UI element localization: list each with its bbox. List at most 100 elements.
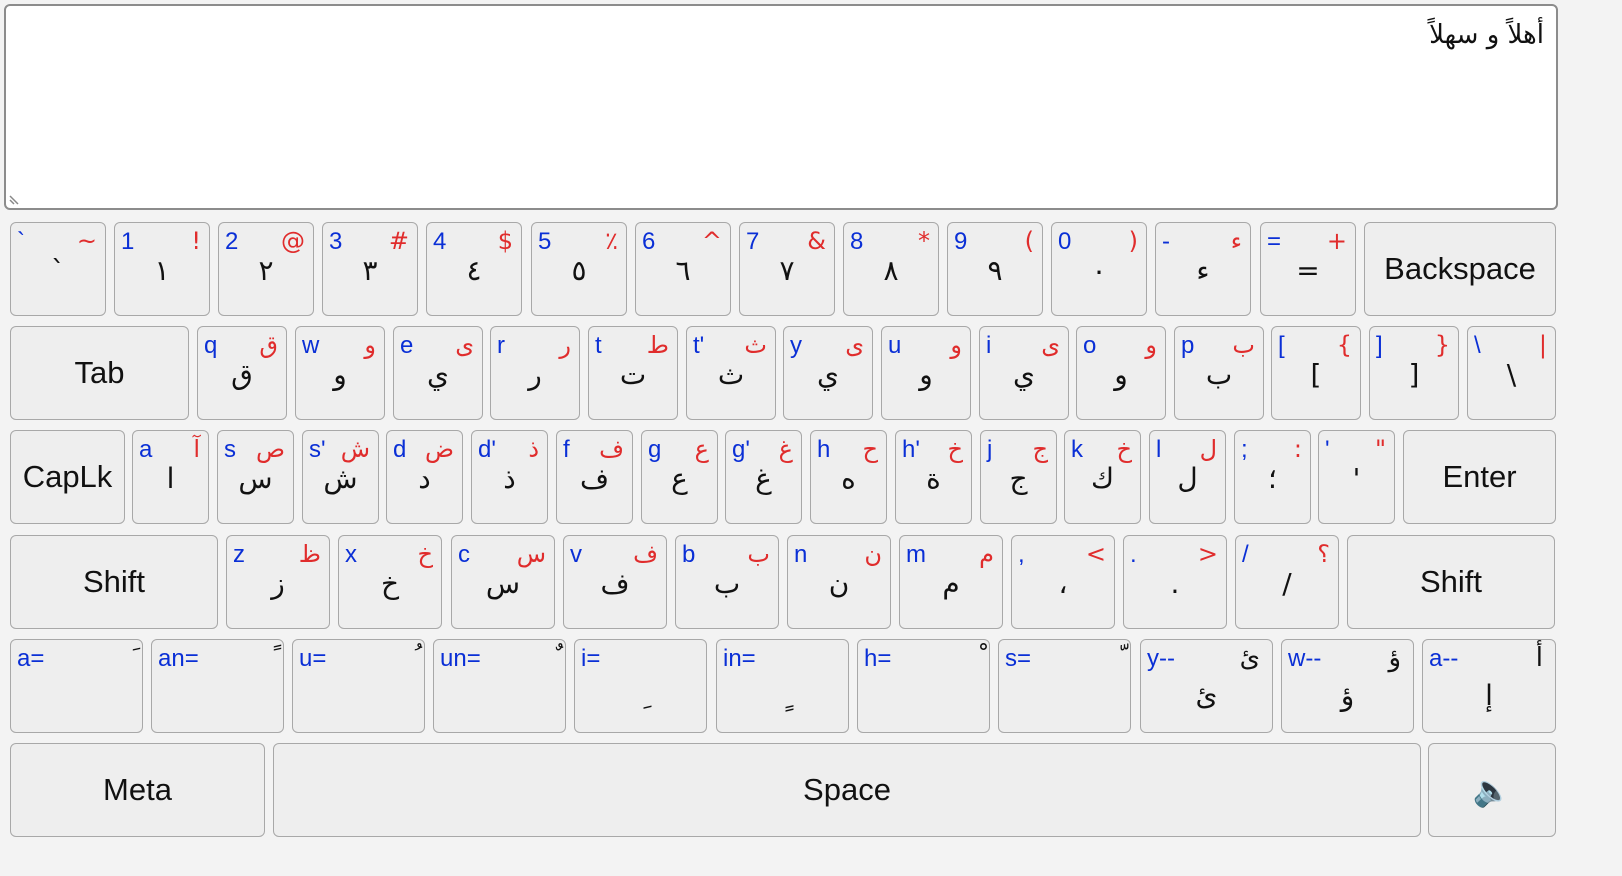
tab-key[interactable]: Tab	[10, 326, 189, 420]
key-symbol[interactable]: ;: ؛	[1234, 430, 1311, 524]
key-label: Space	[803, 772, 891, 807]
key-symbol[interactable]: , < ،	[1011, 535, 1115, 629]
key-b[interactable]: bبب	[675, 535, 779, 629]
key-2[interactable]: 2 @٢	[218, 222, 314, 316]
key-i[interactable]: iىي	[979, 326, 1069, 420]
shift-arabic-label: )	[1128, 227, 1138, 255]
key-j[interactable]: jجج	[980, 430, 1057, 524]
key-symbol[interactable]: -ءء	[1155, 222, 1251, 316]
key-0[interactable]: 0) ٠	[1051, 222, 1147, 316]
backspace-key[interactable]: Backspace	[1364, 222, 1556, 316]
key-h[interactable]: hحه	[810, 430, 887, 524]
key-symbol[interactable]: . >.	[1123, 535, 1227, 629]
key-v[interactable]: vفف	[563, 535, 667, 629]
key-u[interactable]: u=ُ	[292, 639, 425, 733]
key-x[interactable]: xخخ	[338, 535, 442, 629]
key-f[interactable]: fفف	[556, 430, 633, 524]
key-z[interactable]: zظز	[226, 535, 330, 629]
shift-arabic-label: !	[191, 227, 201, 255]
arabic-label: و	[919, 358, 933, 391]
key-s[interactable]: s' ش ش	[302, 430, 379, 524]
key-label: Backspace	[1384, 251, 1536, 286]
speaker-button[interactable]: 🔈	[1428, 743, 1556, 837]
shift-key[interactable]: Shift	[1347, 535, 1555, 629]
key-label: Shift	[1419, 564, 1483, 599]
latin-label: un=	[440, 645, 481, 672]
key-9[interactable]: 9(٩	[947, 222, 1043, 316]
key-5[interactable]: 5 ٪ ٥	[531, 222, 627, 316]
key-d[interactable]: dضد	[386, 430, 463, 524]
shift-arabic-label: و	[950, 331, 962, 359]
key-a[interactable]: aآا	[132, 430, 209, 524]
key-un[interactable]: un=ٌ	[433, 639, 566, 733]
key-i[interactable]: i=ِ	[574, 639, 707, 733]
key-p[interactable]: pبب	[1174, 326, 1264, 420]
shift-key[interactable]: Shift	[10, 535, 218, 629]
key-m[interactable]: mمم	[899, 535, 1003, 629]
key-8[interactable]: 8 * ٨	[843, 222, 939, 316]
key-t[interactable]: t' ث ث	[686, 326, 776, 420]
key-k[interactable]: kخك	[1064, 430, 1141, 524]
key-w[interactable]: wوو	[295, 326, 385, 420]
key-h[interactable]: h' خ ة	[895, 430, 972, 524]
key-3[interactable]: 3 #٣	[322, 222, 418, 316]
key-symbol[interactable]: ]}]	[1369, 326, 1459, 420]
shift-arabic-label: ب	[747, 540, 770, 568]
key-s[interactable]: sصس	[217, 430, 294, 524]
key-an[interactable]: an=ً	[151, 639, 284, 733]
key-symbol[interactable]: ' " '	[1318, 430, 1395, 524]
shift-arabic-label: &	[807, 227, 826, 255]
key-d[interactable]: d' ذ ذ	[471, 430, 548, 524]
key-c[interactable]: cسس	[451, 535, 555, 629]
key-symbol[interactable]: \ | \	[1467, 326, 1556, 420]
caplk-key[interactable]: CapLk	[10, 430, 125, 524]
key-symbol[interactable]: / ؟ /	[1235, 535, 1339, 629]
key-e[interactable]: eىي	[393, 326, 483, 420]
shift-arabic-label: ل	[1199, 435, 1217, 463]
arabic-label: خ	[380, 567, 400, 600]
key-1[interactable]: 1! ١	[114, 222, 210, 316]
shift-arabic-label: ؤ	[1388, 643, 1401, 673]
key-s[interactable]: s=ّ	[998, 639, 1131, 733]
key-l[interactable]: lلل	[1149, 430, 1226, 524]
key-a[interactable]: a-- أ إ	[1422, 639, 1556, 733]
key-symbol[interactable]: = + =	[1260, 222, 1356, 316]
key-g[interactable]: g' غ غ	[725, 430, 802, 524]
key-in[interactable]: in=ٍ	[716, 639, 849, 733]
key-symbol[interactable]: ` ~ `	[10, 222, 106, 316]
shift-arabic-label: ر	[559, 331, 571, 359]
key-t[interactable]: tطت	[588, 326, 678, 420]
key-r[interactable]: rرر	[490, 326, 580, 420]
text-input-area[interactable]: أهلاً و سهلاً	[4, 4, 1558, 210]
meta-key[interactable]: Meta	[10, 743, 265, 837]
key-h[interactable]: h=ْ	[857, 639, 990, 733]
arabic-label: `	[51, 254, 65, 287]
key-6[interactable]: 6 ^ ٦	[635, 222, 731, 316]
shift-arabic-label: م	[979, 540, 994, 568]
shift-arabic-label: ص	[255, 435, 285, 463]
space-key[interactable]: Space	[273, 743, 1421, 837]
shift-arabic-label: ن	[864, 540, 882, 568]
resize-handle-icon[interactable]	[9, 191, 23, 205]
key-a[interactable]: a=َ	[10, 639, 143, 733]
key-y[interactable]: yىي	[783, 326, 873, 420]
shift-arabic-label: ب	[1232, 331, 1255, 359]
arabic-label: ،	[1058, 567, 1068, 600]
key-n[interactable]: nنن	[787, 535, 891, 629]
key-o[interactable]: oوو	[1076, 326, 1166, 420]
key-4[interactable]: 4 $٤	[426, 222, 522, 316]
shift-arabic-label: #	[388, 227, 409, 255]
key-u[interactable]: uوو	[881, 326, 971, 420]
key-symbol[interactable]: [{[	[1271, 326, 1361, 420]
shift-arabic-label: ش	[340, 435, 370, 463]
arabic-label: ٥	[571, 254, 587, 287]
key-q[interactable]: qقق	[197, 326, 287, 420]
key-w[interactable]: w-- ؤ ؤ	[1281, 639, 1414, 733]
shift-arabic-label: خ	[1116, 435, 1133, 463]
shift-arabic-label: ق	[259, 331, 278, 359]
enter-key[interactable]: Enter	[1403, 430, 1556, 524]
key-y[interactable]: y-- ئ ئ	[1140, 639, 1273, 733]
shift-arabic-label: >	[1197, 540, 1218, 568]
key-7[interactable]: 7 & ٧	[739, 222, 835, 316]
key-g[interactable]: gعع	[641, 430, 718, 524]
